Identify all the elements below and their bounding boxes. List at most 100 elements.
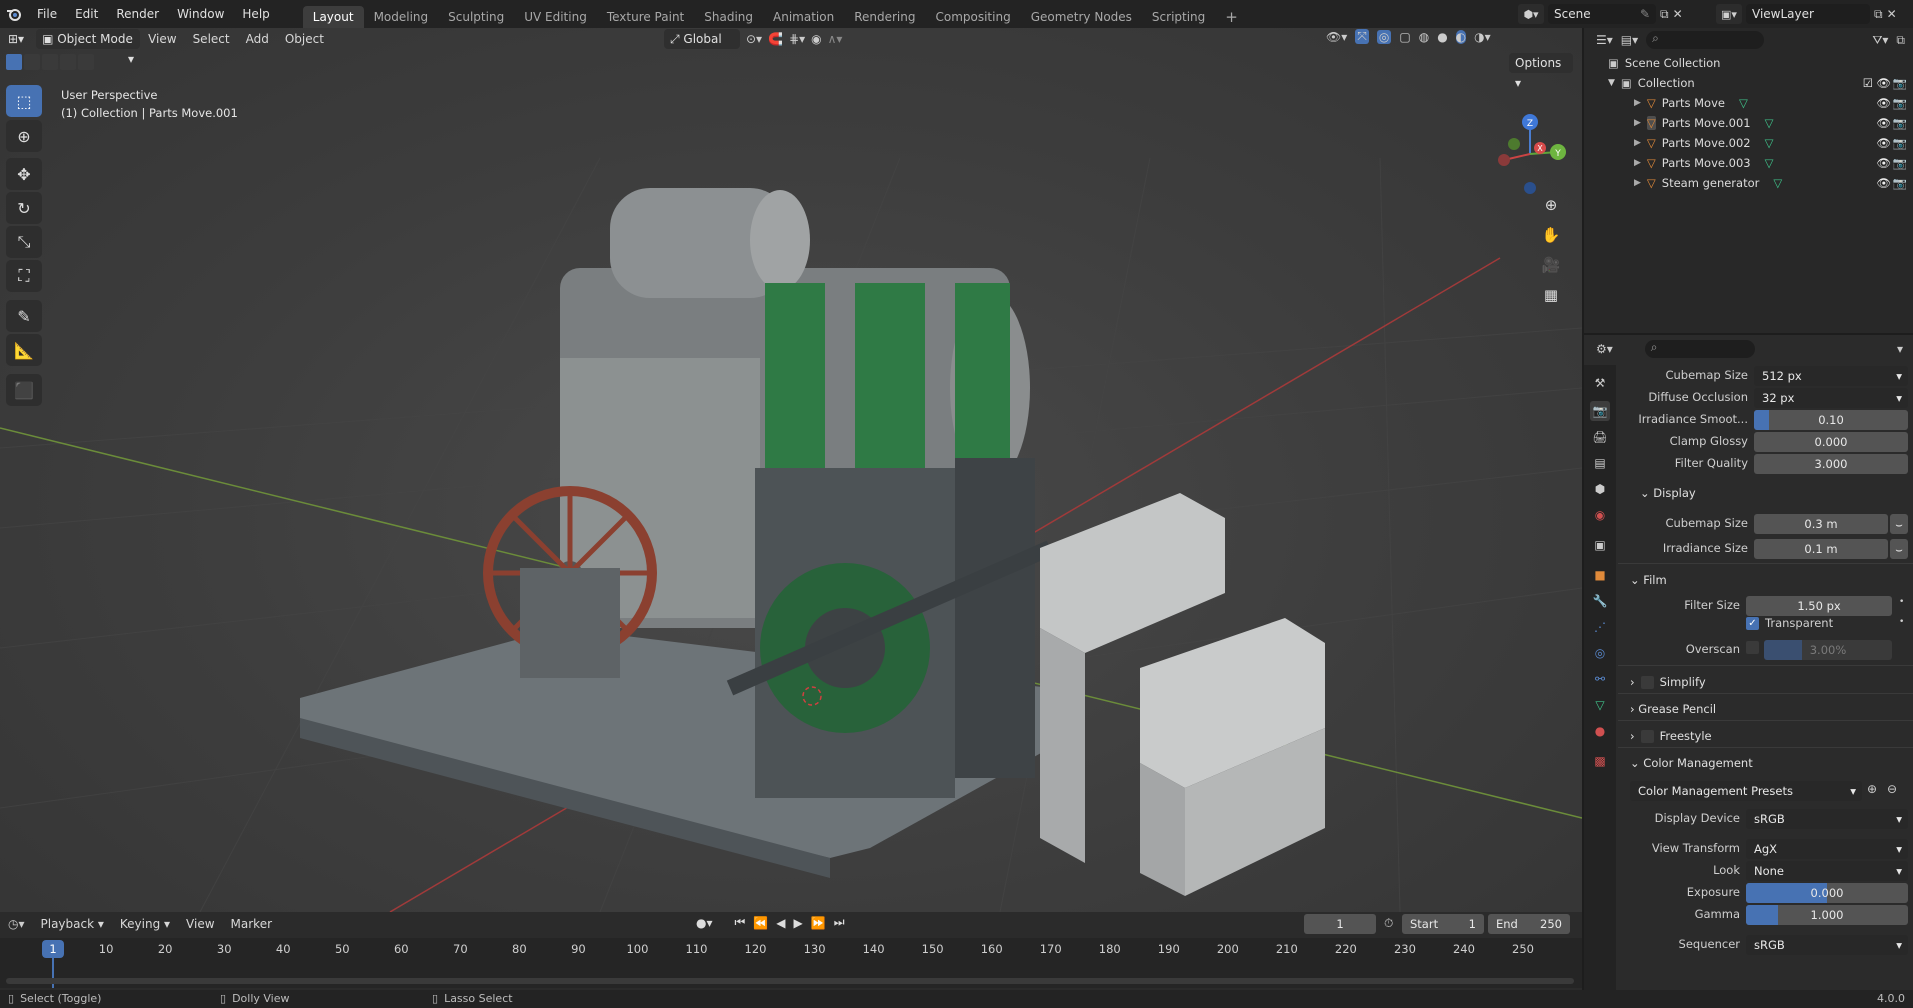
outliner-row-parts-move-003[interactable]: ▶ ▽ Parts Move.003 ▽ 👁 📷 [1584,153,1913,173]
menu-add[interactable]: Add [238,28,277,50]
material-tab-icon[interactable]: ● [1590,721,1610,741]
rotate-tool[interactable]: ↻ [6,192,42,224]
tab-modeling[interactable]: Modeling [364,6,439,28]
orientation-selector[interactable]: ⤢ Global [664,29,740,49]
display-device-select[interactable]: sRGB ▾ [1746,809,1908,829]
menu-view[interactable]: View [140,28,184,50]
scale-tool[interactable]: ⤡ [6,226,42,258]
filter-size-field[interactable]: 1.50 px [1746,596,1892,616]
falloff-icon[interactable]: ∧▾ [828,32,843,46]
particles-tab-icon[interactable]: ⋰ [1590,617,1610,637]
editor-type-icon[interactable]: ⊞▾ [0,32,32,46]
constraints-tab-icon[interactable]: ⚯ [1590,669,1610,689]
color-management-panel-header[interactable]: ⌄ Color Management [1630,756,1753,770]
menu-object[interactable]: Object [277,28,332,50]
render-tab-icon[interactable]: 📷 [1590,401,1610,421]
chevron-down-icon[interactable]: ▾ [1897,342,1903,356]
eye-icon[interactable]: 👁 [1876,116,1891,130]
add-preset-icon[interactable]: ⊕ [1867,782,1877,796]
irradiance-size-field[interactable]: 0.1 m [1754,539,1888,559]
expand-arrow-icon[interactable]: ▼ [1608,78,1615,88]
xray-icon[interactable]: ▢ [1399,30,1410,44]
modifier-tab-icon[interactable]: 🔧 [1590,591,1610,611]
gizmo-icon[interactable]: ⤧ [1355,29,1369,44]
zoom-icon[interactable]: ⊕ [1538,192,1564,218]
blender-logo-icon[interactable] [0,0,28,28]
filter-quality-field[interactable]: 3.000 [1754,454,1908,474]
timeline-editor-icon[interactable]: ◷▾ [0,917,33,931]
select-new-icon[interactable] [6,54,22,70]
display-cubemap-size-field[interactable]: 0.3 m [1754,514,1888,534]
clock-icon[interactable]: ⏱ [1384,916,1393,931]
select-box-tool[interactable]: ⬚ [6,85,42,117]
snap-icon[interactable]: 🧲 [768,32,783,46]
tab-shading[interactable]: Shading [694,6,763,28]
3d-viewport[interactable]: ⊞▾ ▣ Object Mode ▾ View Select Add Object… [0,28,1582,912]
measure-tool[interactable]: 📐 [6,334,42,366]
filter-icon[interactable]: ⛛▾ [1872,33,1888,48]
grid-perspective-icon[interactable]: ▦ [1538,282,1564,308]
eye-icon[interactable]: 👁 [1876,96,1891,110]
eye-icon[interactable]: 👁 [1876,156,1891,170]
expand-arrow-icon[interactable]: ▶ [1634,158,1641,168]
texture-tab-icon[interactable]: ▩ [1590,751,1610,771]
expand-arrow-icon[interactable]: ▶ [1634,98,1641,108]
color-management-presets-select[interactable]: Color Management Presets ▾ [1630,781,1862,801]
tab-uv-editing[interactable]: UV Editing [514,6,597,28]
transform-tool[interactable]: ⛶ [6,260,42,292]
outliner-row-parts-move-002[interactable]: ▶ ▽ Parts Move.002 ▽ 👁 📷 [1584,133,1913,153]
properties-search-input[interactable]: ⌕ [1644,340,1755,358]
add-cube-tool[interactable]: ⬛ [6,374,42,406]
menu-view[interactable]: View [178,913,222,935]
collection-tab-icon[interactable]: ▣ [1590,535,1610,555]
scene-icon[interactable]: ⬢▾ [1518,4,1544,24]
menu-file[interactable]: File [28,0,66,28]
pin-icon[interactable]: ✎ [1640,4,1650,24]
delete-view-layer-icon[interactable]: ✕ [1887,7,1897,21]
camera-render-icon[interactable]: 📷 [1893,116,1907,130]
clamp-glossy-field[interactable]: 0.000 [1754,432,1908,452]
expand-arrow-icon[interactable]: ▶ [1634,178,1641,188]
checkbox-icon[interactable]: ☑ [1863,76,1873,90]
menu-keying[interactable]: Keying ▾ [112,913,178,935]
eye-icon[interactable]: 👁 [1876,176,1891,190]
display-subpanel-header[interactable]: ⌄ Display [1640,486,1696,500]
select-subtract-icon[interactable] [42,54,58,70]
cursor-tool[interactable]: ⊕ [6,120,42,152]
overlay-icon[interactable]: ◎ [1376,29,1392,44]
tab-scripting[interactable]: Scripting [1142,6,1215,28]
playhead[interactable]: 1 [42,940,64,958]
look-select[interactable]: None ▾ [1746,861,1908,881]
menu-edit[interactable]: Edit [66,0,107,28]
play-icon[interactable]: ▶ [794,916,803,930]
overscan-field[interactable]: 3.00% [1764,640,1892,660]
prev-keyframe-icon[interactable]: ⏪ [753,916,768,930]
view-layer-icon[interactable]: ▣▾ [1716,4,1742,24]
navigation-gizmo[interactable]: Z Y X [1490,88,1570,198]
camera-render-icon[interactable]: 📷 [1893,96,1907,110]
delete-scene-icon[interactable]: ✕ [1673,7,1683,21]
irradiance-size-toggle[interactable]: ⌣ [1890,539,1908,559]
sequencer-select[interactable]: sRGB ▾ [1746,935,1908,955]
start-frame-field[interactable]: Start 1 [1402,914,1484,934]
expand-arrow-icon[interactable]: ▶ [1634,118,1641,128]
tab-compositing[interactable]: Compositing [925,6,1020,28]
snap-target-icon[interactable]: ⋕▾ [789,32,805,46]
irradiance-smooth-slider[interactable]: 0.10 [1754,410,1908,430]
physics-tab-icon[interactable]: ◎ [1590,643,1610,663]
camera-render-icon[interactable]: 📷 [1893,156,1907,170]
select-intersect-icon[interactable] [78,54,94,70]
overscan-checkbox[interactable] [1746,641,1759,654]
proportional-edit-icon[interactable]: ◉ [811,32,821,46]
camera-render-icon[interactable]: 📷 [1893,136,1907,150]
material-shading-icon[interactable]: ◐ [1455,29,1467,44]
world-tab-icon[interactable]: ◉ [1590,505,1610,525]
tab-geometry-nodes[interactable]: Geometry Nodes [1021,6,1142,28]
solid-shading-icon[interactable]: ● [1437,30,1447,44]
gamma-slider[interactable]: 1.000 [1746,905,1908,925]
menu-help[interactable]: Help [233,0,278,28]
scene-selector[interactable]: Scene ✎ [1548,4,1656,24]
play-reverse-icon[interactable]: ◀ [776,916,785,930]
keyframe-dot-icon[interactable]: • [1899,597,1904,607]
pan-hand-icon[interactable]: ✋ [1538,222,1564,248]
